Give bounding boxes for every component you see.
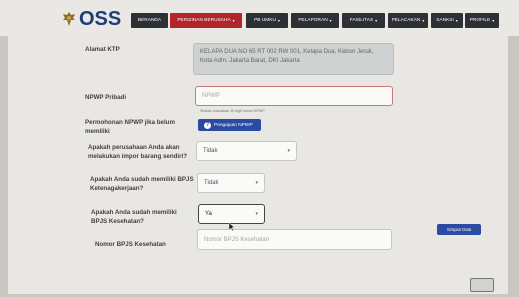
nav-sanksi[interactable]: SANKSI ▾ xyxy=(431,13,463,28)
nomor-bpjs-placeholder: Nomor BPJS Kesehatan xyxy=(204,236,270,243)
nav-pb-umku[interactable]: PB UMKU ▾ xyxy=(246,13,288,28)
nav-label: BERANDA xyxy=(137,18,162,23)
bpjs-kesehatan-label: Apakah Anda sudah memiliki BPJS Kesehata… xyxy=(91,209,177,225)
top-navbar: OSS BERANDA PERIZINAN BERUSAHA ▾ PB UMKU… xyxy=(0,0,519,36)
bpjs-ketenagakerjaan-label: Apakah Anda sudah memiliki BPJS Ketenaga… xyxy=(90,176,194,192)
simpan-data-button[interactable]: Simpan Data xyxy=(437,224,481,235)
simpan-data-label: Simpan Data xyxy=(446,227,472,232)
npwp-hint: Silakan masukkan 15 digit nomor NPWP xyxy=(200,109,265,113)
garuda-emblem-icon xyxy=(63,12,75,26)
chevron-down-icon: ▾ xyxy=(287,148,290,154)
npwp-placeholder: NPWP xyxy=(202,93,220,99)
chevron-down-icon: ▾ xyxy=(277,18,280,23)
chevron-down-icon: ▾ xyxy=(422,18,425,23)
nav-pelaporan[interactable]: PELAPORAN ▾ xyxy=(291,13,339,28)
nav-label: PELACAKAN xyxy=(391,18,421,23)
pengajuan-npwp-label: Pengajuan NPWP xyxy=(214,122,253,128)
chevron-down-icon: ▾ xyxy=(375,18,378,23)
pengajuan-npwp-button[interactable]: ? Pengajuan NPWP xyxy=(198,119,261,131)
bpjs-kesehatan-select[interactable]: Ya ▾ xyxy=(198,204,265,224)
nav-beranda[interactable]: BERANDA xyxy=(131,13,168,28)
nav-label: PROFILE xyxy=(469,18,491,23)
logo-text: OSS xyxy=(79,7,122,30)
oss-logo[interactable]: OSS xyxy=(62,8,121,30)
nomor-bpjs-label: Nomor BPJS Kesehatan xyxy=(95,241,166,248)
chevron-down-icon: ▾ xyxy=(255,211,258,217)
nav-label: SANKSI xyxy=(436,18,454,23)
nav-label: PELAPORAN xyxy=(298,18,328,23)
alamat-ktp-field: KELAPA DUA NO 65 RT 002 RW 001, Kelapa D… xyxy=(193,43,394,75)
nav-label: PB UMKU xyxy=(254,18,276,23)
chevron-down-icon: ▾ xyxy=(492,18,495,23)
chevron-down-icon: ▾ xyxy=(255,180,258,186)
alamat-ktp-label: Alamat KTP xyxy=(85,46,120,53)
npwp-input[interactable]: NPWP xyxy=(195,86,393,106)
nav-label: PERIZINAN BERUSAHA xyxy=(177,18,231,23)
nav-pelacakan[interactable]: PELACAKAN ▾ xyxy=(388,13,428,28)
nav-label: FASILITAS xyxy=(349,18,374,23)
nav-profile[interactable]: PROFILE ▾ xyxy=(465,13,499,28)
nomor-bpjs-input[interactable]: Nomor BPJS Kesehatan xyxy=(197,229,392,250)
npwp-label: NPWP Pribadi xyxy=(85,94,127,101)
question-circle-icon: ? xyxy=(204,121,211,129)
chevron-down-icon: ▾ xyxy=(329,18,332,23)
nav-fasilitas[interactable]: FASILITAS ▾ xyxy=(342,13,385,28)
bpjs-ketenagakerjaan-select[interactable]: Tidak ▾ xyxy=(197,173,265,193)
corner-widget[interactable] xyxy=(470,278,494,292)
bpjs-kesehatan-selected: Ya xyxy=(205,211,212,217)
chevron-down-icon: ▾ xyxy=(455,18,458,23)
nav-perizinan-berusaha[interactable]: PERIZINAN BERUSAHA ▾ xyxy=(170,13,242,28)
permohonan-npwp-label: Permohonan NPWP jika belum memiliki xyxy=(85,119,175,135)
impor-label: Apakah perusahaan Anda akan melakukan im… xyxy=(88,144,188,160)
chevron-down-icon: ▾ xyxy=(232,18,235,23)
impor-selected: Tidak xyxy=(203,148,218,154)
bpjs-ketenagakerjaan-selected: Tidak xyxy=(204,180,219,186)
mouse-cursor-icon xyxy=(229,223,235,231)
impor-select[interactable]: Tidak ▾ xyxy=(196,141,297,161)
